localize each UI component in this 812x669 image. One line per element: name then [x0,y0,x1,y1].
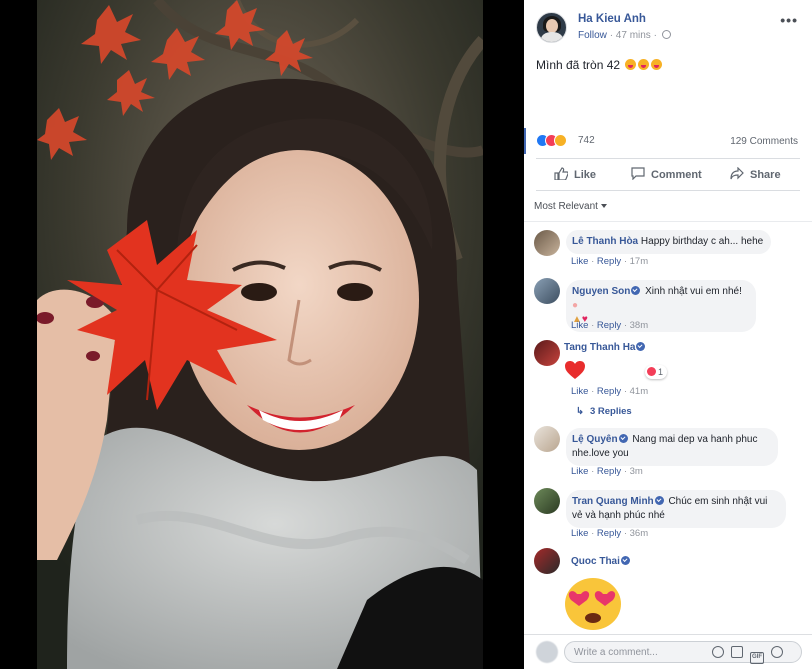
post-header: Ha Kieu Anh Follow · 47 mins · ••• [524,0,812,50]
reactions-summary: 742 129 Comments [524,128,812,154]
comment-bubble: Lệ Quyên Nang mai dep va hanh phuc nhe.l… [566,428,778,466]
commenter-avatar[interactable] [534,488,560,514]
thumbs-up-icon [554,167,568,180]
commenter-avatar[interactable] [534,340,560,366]
comment-like-link[interactable]: Like [571,466,588,477]
comment-time[interactable]: 3m [630,466,643,477]
verified-badge-icon [620,556,630,565]
commenter-name[interactable]: Tang Thanh Ha [564,342,635,353]
tongue-emoji-icon [651,59,663,70]
share-arrow-icon [730,167,744,180]
commenter-avatar[interactable] [534,548,560,574]
post-text: Mình đã tròn 42 [536,58,663,72]
post-time[interactable]: 47 mins [616,30,651,41]
post-photo[interactable] [37,0,483,669]
post-actions: Like Comment Share [536,158,800,191]
comment-time[interactable]: 17m [630,256,648,267]
reply-arrow-icon: ↳ [576,406,584,417]
comment-reply-link[interactable]: Reply [597,320,621,331]
comment-actions: Like · Reply · 17m [571,256,649,267]
smiley-icon[interactable] [712,646,724,658]
replies-label: 3 Replies [589,406,632,417]
commenter-avatar[interactable] [534,426,560,452]
verified-badge-icon [636,342,646,351]
haha-reaction-icon [554,134,567,147]
cake-emoji-icon: ● [572,300,579,311]
comment-actions: Like · Reply · 38m [571,320,649,331]
comment-sort-dropdown[interactable]: Most Relevant [534,201,607,212]
comment-like-link[interactable]: Like [571,320,588,331]
globe-icon [661,30,671,39]
comment-like-link[interactable]: Like [571,386,588,397]
comment-button[interactable]: Comment [631,159,702,191]
comment-actions: Like · Reply · 41m [571,386,649,397]
post-side-panel: Ha Kieu Anh Follow · 47 mins · ••• Mình … [524,0,812,669]
sort-label: Most Relevant [534,201,598,212]
commenter-name[interactable]: Quoc Thai [571,556,620,567]
comments-count[interactable]: 129 Comments [730,136,798,147]
reaction-count[interactable]: 742 [578,135,595,146]
author-name[interactable]: Ha Kieu Anh [578,13,646,25]
comment-bubble: Lê Thanh Hòa Happy birthday c ah... hehe [566,230,772,254]
caret-down-icon [600,204,607,208]
comment-text: Xinh nhật vui em nhé! [645,286,742,297]
photo-viewer [0,0,524,669]
comment-time[interactable]: 38m [630,320,648,331]
share-label: Share [750,169,781,181]
comment-actions: Like · Reply · 3m [571,466,643,477]
commenter-avatar[interactable] [534,278,560,304]
verified-badge-icon [631,286,641,295]
tongue-emoji-icon [638,59,650,70]
commenter-name[interactable]: Nguyen Son [572,286,630,297]
comment-reaction-number: 1 [658,367,664,377]
speech-bubble-icon [631,167,645,180]
comment-label: Comment [651,169,702,181]
comment-header: Quoc Thai [571,556,632,567]
more-icon[interactable]: ••• [780,12,798,28]
heart-icon [565,361,585,379]
composer-icons: GIF [712,646,790,664]
commenter-name[interactable]: Lê Thanh Hòa [572,236,638,247]
share-button[interactable]: Share [730,159,781,191]
heart-eyes-emoji-icon [565,578,621,630]
comment-reply-link[interactable]: Reply [597,528,621,539]
comment-like-link[interactable]: Like [571,256,588,267]
verified-badge-icon [618,434,628,443]
comment-reply-link[interactable]: Reply [597,386,621,397]
commenter-name[interactable]: Tran Quang Minh [572,496,654,507]
commenter-avatar[interactable] [534,230,560,256]
comment-header: Tang Thanh Ha [564,342,647,353]
love-reaction-icon [647,367,656,376]
comment-like-link[interactable]: Like [571,528,588,539]
commenter-name[interactable]: Lệ Quyên [572,434,618,445]
comment-reply-link[interactable]: Reply [597,256,621,267]
post-text-content: Mình đã tròn 42 [536,58,621,72]
comment-actions: Like · Reply · 36m [571,528,649,539]
sticker-icon[interactable] [771,646,783,658]
view-replies-link[interactable]: ↳ 3 Replies [576,406,632,417]
author-avatar[interactable] [536,12,567,43]
like-button[interactable]: Like [554,159,596,191]
comment-bubble: Tran Quang Minh Chúc em sinh nhật vui vẻ… [566,490,786,528]
post-meta: Follow · 47 mins · [578,30,671,41]
follow-link[interactable]: Follow [578,30,607,41]
verified-badge-icon [654,496,664,505]
comment-composer: GIF [524,634,812,669]
comment-reaction-count[interactable]: 1 [645,365,668,379]
comment-text: Happy birthday c ah... hehe [640,236,764,247]
gif-icon[interactable]: GIF [750,652,764,664]
reaction-icons[interactable] [536,134,567,148]
camera-icon[interactable] [731,646,743,658]
divider [524,221,812,222]
current-user-avatar [536,641,558,663]
tongue-emoji-icon [625,59,637,70]
comment-time[interactable]: 36m [630,528,648,539]
comment-reply-link[interactable]: Reply [597,466,621,477]
like-label: Like [574,169,597,181]
comment-time[interactable]: 41m [630,386,648,397]
